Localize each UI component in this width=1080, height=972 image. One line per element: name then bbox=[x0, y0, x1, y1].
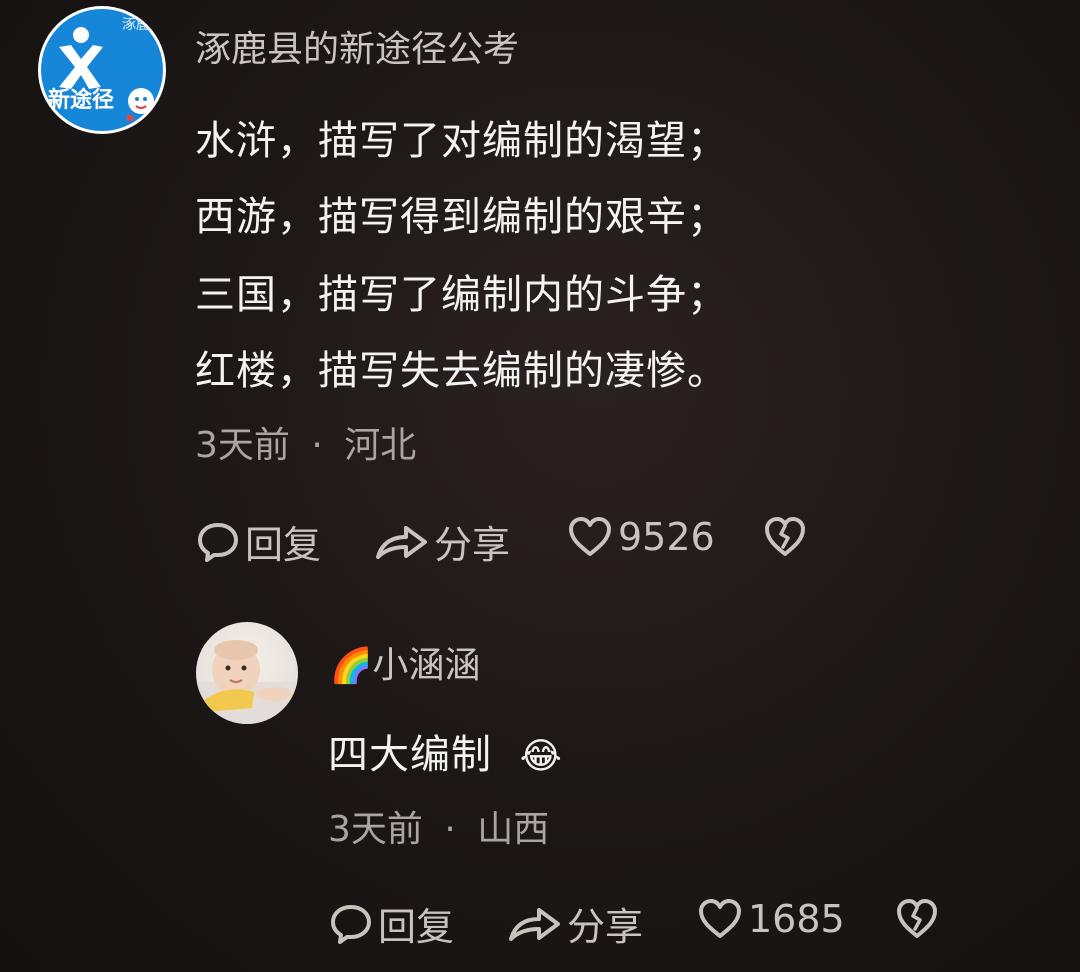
meta-separator: · bbox=[311, 425, 323, 466]
comment-time: 3天前 bbox=[195, 425, 290, 466]
share-button[interactable]: 分享 bbox=[374, 514, 510, 569]
meta-separator: · bbox=[444, 809, 456, 850]
share-arrow-icon bbox=[509, 907, 560, 941]
reply-reply-button[interactable]: 回复 bbox=[328, 896, 454, 951]
broken-heart-icon bbox=[765, 517, 805, 556]
reply-text: 四大编制 😂 bbox=[328, 722, 563, 780]
rainbow-emoji-icon: 🌈 bbox=[330, 646, 373, 686]
avatar-corner-text: 涿鹿 bbox=[122, 17, 150, 33]
baby-photo-icon bbox=[196, 640, 298, 724]
comment-meta: 3天前 · 河北 bbox=[195, 416, 416, 468]
heart-outline-icon bbox=[569, 517, 611, 556]
comment-location: 河北 bbox=[344, 425, 417, 466]
reply-author-name: 小涵涵 bbox=[372, 645, 481, 686]
reply-like-button[interactable]: 1685 bbox=[696, 896, 845, 942]
reply-label: 回复 bbox=[245, 523, 322, 567]
reply-text-content: 四大编制 bbox=[328, 732, 492, 778]
like-count: 1685 bbox=[748, 897, 845, 941]
comment-author[interactable]: 涿鹿县的新途径公考 bbox=[195, 20, 519, 72]
laughing-tears-emoji-icon: 😂 bbox=[519, 736, 563, 777]
share-label: 分享 bbox=[567, 905, 644, 949]
author-avatar[interactable]: 涿鹿 新途径 bbox=[38, 6, 166, 134]
share-arrow-icon bbox=[376, 525, 427, 559]
reply-share-button[interactable]: 分享 bbox=[507, 896, 643, 951]
comment-text-line: 红楼，描写失去编制的凄惨。 bbox=[195, 348, 728, 394]
reply-meta: 3天前 · 山西 bbox=[328, 800, 549, 852]
reply-author[interactable]: 🌈小涵涵 bbox=[330, 636, 480, 688]
reply-location: 山西 bbox=[477, 809, 550, 850]
reply-time: 3天前 bbox=[328, 809, 423, 850]
like-button[interactable]: 9526 bbox=[566, 514, 715, 560]
share-label: 分享 bbox=[434, 523, 511, 567]
reply-label: 回复 bbox=[378, 905, 455, 949]
dislike-button[interactable] bbox=[762, 514, 808, 560]
avatar-brand-text: 新途径 bbox=[48, 88, 115, 113]
speech-bubble-icon bbox=[198, 522, 238, 562]
like-count: 9526 bbox=[618, 515, 715, 559]
broken-heart-icon bbox=[897, 899, 937, 938]
reply-dislike-button[interactable] bbox=[894, 896, 940, 942]
speech-bubble-icon bbox=[331, 904, 371, 944]
comment-text-line: 西游，描写得到编制的艰辛； bbox=[195, 194, 728, 240]
reply-author-avatar[interactable] bbox=[196, 622, 298, 724]
comment-text-line: 三国，描写了编制内的斗争； bbox=[195, 272, 728, 318]
comment-text-line: 水浒，描写了对编制的渴望； bbox=[195, 118, 728, 164]
reply-button[interactable]: 回复 bbox=[195, 514, 321, 569]
heart-outline-icon bbox=[699, 899, 741, 938]
